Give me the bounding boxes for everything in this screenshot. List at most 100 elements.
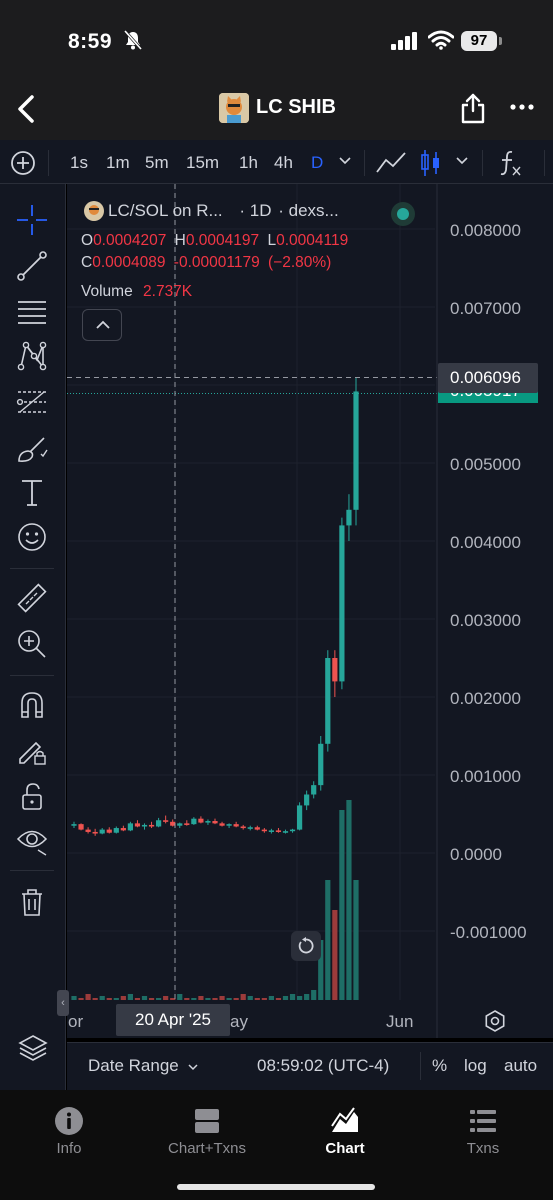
status-time: 8:59 — [68, 30, 113, 53]
candle-body — [282, 831, 289, 833]
chevron-down-icon[interactable] — [338, 156, 352, 166]
chart-txns-icon — [195, 1109, 219, 1133]
tab-chart-txns[interactable]: Chart+Txns — [138, 1090, 276, 1170]
volume-bar — [332, 910, 338, 1000]
brush-tool-icon[interactable] — [16, 432, 48, 464]
open-value: 0.0004207 — [93, 232, 167, 249]
trash-icon[interactable] — [16, 886, 48, 918]
tab-txns[interactable]: Txns — [414, 1090, 552, 1170]
candle-body — [177, 823, 183, 826]
candle-body — [184, 823, 190, 825]
volume-bar — [127, 994, 133, 1000]
candle-body — [325, 658, 331, 744]
volume-bar — [92, 998, 98, 1000]
candle-body — [92, 831, 98, 834]
candle-body — [254, 827, 260, 830]
volume-bar — [184, 998, 190, 1000]
low-value: 0.0004119 — [276, 232, 349, 249]
ohlc-row-2: C0.0004089 -0.00001179 (−2.80%) — [81, 254, 331, 272]
bottom-bar-divider — [420, 1052, 421, 1080]
candles-chart-type-icon[interactable] — [419, 148, 443, 178]
clock-timezone[interactable]: 08:59:02 (UTC-4) — [257, 1056, 389, 1076]
tab-info[interactable]: Info — [0, 1090, 138, 1170]
percent-scale-toggle[interactable]: % — [432, 1056, 447, 1076]
candle-body — [233, 824, 239, 827]
lock-drawing-icon[interactable] — [16, 735, 48, 767]
interval-d-active[interactable]: D — [311, 153, 323, 173]
change-percent: (−2.80%) — [268, 254, 332, 271]
layers-icon[interactable] — [18, 1034, 48, 1062]
candle-body — [71, 824, 77, 826]
battery-nub — [499, 37, 502, 45]
function-indicators-icon[interactable] — [497, 148, 523, 178]
crosshair-date-label: 20 Apr '25 — [116, 1004, 230, 1036]
candle-body — [346, 509, 352, 526]
candle-body — [78, 824, 84, 830]
volume-bar — [177, 994, 183, 1000]
magnet-icon[interactable] — [16, 689, 48, 721]
volume-bar — [219, 996, 225, 1000]
tab-chart-txns-label: Chart+Txns — [168, 1140, 246, 1157]
add-indicator-icon[interactable] — [10, 150, 36, 176]
candle-body — [212, 821, 218, 824]
battery-indicator: 97 — [461, 31, 497, 51]
volume-value: 2.737K — [143, 283, 193, 300]
interval-4h[interactable]: 4h — [274, 153, 293, 173]
more-options-icon[interactable] — [509, 101, 535, 113]
volume-bar — [353, 880, 359, 1000]
candle-body — [247, 827, 253, 829]
ruler-tool-icon[interactable] — [16, 582, 48, 614]
share-icon[interactable] — [460, 92, 486, 124]
visibility-eye-icon[interactable] — [16, 824, 48, 856]
date-range-label: Date Range — [88, 1056, 179, 1075]
cellular-signal-icon — [391, 32, 417, 50]
candle-body — [268, 830, 274, 832]
text-tool-icon[interactable] — [16, 476, 48, 508]
unlock-icon[interactable] — [16, 780, 48, 812]
volume-legend: Volume 2.737K — [81, 283, 192, 301]
reset-chart-button[interactable] — [291, 931, 321, 961]
chart-legend-title[interactable]: LC/SOL on R... · 1D · dexs... — [108, 201, 339, 221]
volume-bar — [113, 998, 119, 1000]
chevron-down-icon[interactable] — [455, 156, 469, 166]
info-icon — [55, 1107, 83, 1135]
auto-scale-toggle[interactable]: auto — [504, 1056, 537, 1076]
volume-bar — [99, 996, 105, 1000]
volume-bar — [205, 998, 211, 1000]
interval-15m[interactable]: 15m — [186, 153, 219, 173]
candle-body — [311, 785, 317, 795]
interval-1m[interactable]: 1m — [106, 153, 130, 173]
interval-1h[interactable]: 1h — [239, 153, 258, 173]
interval-5m[interactable]: 5m — [145, 153, 169, 173]
settings-gear-icon[interactable] — [484, 1010, 506, 1032]
crosshair-tool-icon[interactable] — [16, 204, 48, 236]
volume-bar — [311, 990, 317, 1000]
price-axis-label: 0.001000 — [450, 767, 521, 786]
date-range-button[interactable]: Date Range — [88, 1056, 199, 1076]
zoom-in-icon[interactable] — [16, 628, 48, 660]
collapse-legend-button[interactable] — [82, 309, 122, 341]
home-indicator — [177, 1184, 375, 1190]
tab-info-label: Info — [56, 1140, 82, 1157]
tab-txns-label: Txns — [466, 1140, 500, 1157]
candle-body — [226, 824, 232, 826]
interval-value: 1D — [249, 201, 272, 220]
back-chevron-icon[interactable] — [14, 94, 40, 124]
candle-body — [297, 805, 303, 830]
trend-line-tool-icon[interactable] — [16, 250, 48, 282]
interval-1s[interactable]: 1s — [70, 153, 88, 173]
candle-body — [261, 829, 267, 832]
tab-chart[interactable]: Chart — [276, 1090, 414, 1170]
price-axis-label: 0.005000 — [450, 455, 521, 474]
time-axis-label: Jun — [386, 1012, 414, 1031]
candle-body — [99, 829, 105, 834]
line-chart-type-icon[interactable] — [375, 150, 407, 176]
fib-retracement-tool-icon[interactable] — [16, 386, 48, 418]
pattern-tool-icon[interactable] — [16, 340, 48, 372]
volume-bar — [268, 996, 274, 1000]
price-axis-label: 0.007000 — [450, 299, 521, 318]
horizontal-lines-tool-icon[interactable] — [16, 296, 48, 328]
log-scale-toggle[interactable]: log — [464, 1056, 487, 1076]
emoji-tool-icon[interactable] — [16, 521, 48, 553]
app-header: 8:59 97 LC SHIB — [0, 0, 553, 140]
